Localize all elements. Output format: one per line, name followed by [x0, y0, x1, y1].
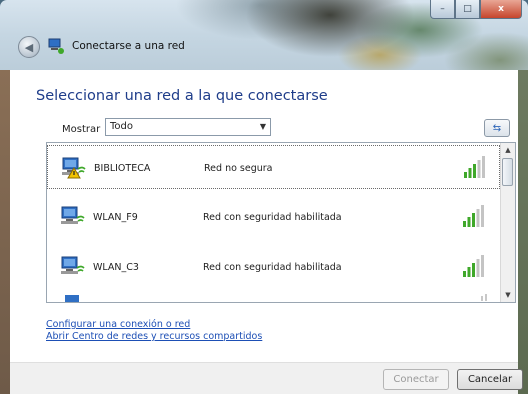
filter-dropdown[interactable]: Todo ▼: [105, 118, 271, 136]
wireless-network-icon: [61, 256, 85, 274]
arrow-left-icon: ◀: [24, 40, 34, 54]
network-security-status: Red con seguridad habilitada: [203, 212, 342, 223]
caption-buttons: – □ x: [430, 0, 522, 20]
refresh-button[interactable]: ⇆: [484, 119, 510, 137]
signal-strength-icon: [464, 156, 485, 178]
network-center-link[interactable]: Abrir Centro de redes y recursos compart…: [46, 331, 262, 342]
configure-connection-link[interactable]: Configurar una conexión o red: [46, 319, 190, 330]
window-title: Conectarse a una red: [72, 40, 185, 52]
cancel-button[interactable]: Cancelar: [457, 369, 523, 390]
window-border-right: [518, 70, 528, 394]
chevron-down-icon: ▼: [259, 122, 266, 131]
network-list[interactable]: ▲ ▼ BIBLIOTECA Red no segura WLAN_F9 Red co…: [46, 142, 516, 303]
maximize-button[interactable]: □: [455, 0, 480, 19]
network-name: WLAN_C3: [93, 262, 139, 273]
page-heading: Seleccionar una red a la que conectarse: [36, 88, 328, 104]
minimize-button[interactable]: –: [430, 0, 455, 19]
network-list-item[interactable]: WLAN_F9 Red con seguridad habilitada: [47, 195, 500, 239]
signal-strength-icon: [463, 205, 484, 227]
scroll-down-icon[interactable]: ▼: [501, 288, 515, 302]
network-name: WLAN_F9: [93, 212, 138, 223]
signal-strength-icon: [463, 255, 484, 277]
network-security-status: Red con seguridad habilitada: [203, 262, 342, 273]
network-list-item[interactable]: BIBLIOTECA Red no segura: [47, 145, 500, 189]
signal-strength-icon: [481, 294, 487, 301]
scrollbar[interactable]: ▲ ▼: [500, 143, 515, 302]
scroll-up-icon[interactable]: ▲: [501, 143, 515, 157]
wireless-network-icon: [65, 295, 79, 302]
back-button[interactable]: ◀: [18, 36, 40, 58]
filter-value: Todo: [110, 121, 133, 132]
wireless-network-icon: [61, 206, 85, 224]
network-list-item[interactable]: WLAN_C3 Red con seguridad habilitada: [47, 245, 500, 289]
network-icon: [48, 38, 64, 54]
close-button[interactable]: x: [480, 0, 522, 19]
network-security-status: Red no segura: [204, 163, 273, 174]
network-name: BIBLIOTECA: [94, 163, 151, 174]
connect-button[interactable]: Conectar: [383, 369, 449, 390]
connect-to-network-window: – □ x ◀ Conectarse a una red Seleccionar…: [0, 0, 528, 394]
scroll-thumb[interactable]: [502, 158, 513, 186]
filter-label: Mostrar: [62, 124, 101, 135]
refresh-icon: ⇆: [492, 122, 502, 134]
window-border-left: [0, 70, 10, 394]
wireless-network-unsecured-icon: [62, 157, 86, 179]
